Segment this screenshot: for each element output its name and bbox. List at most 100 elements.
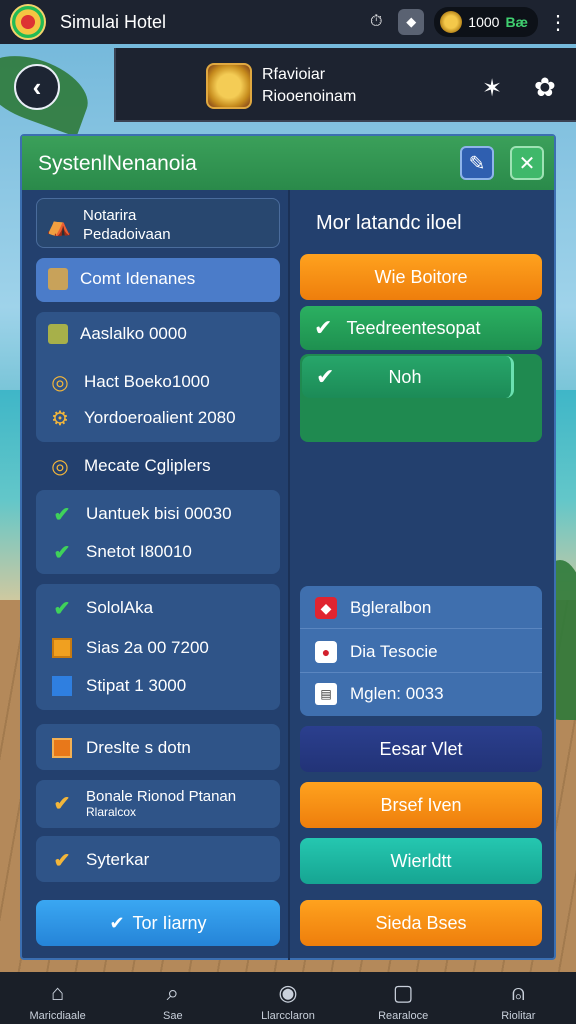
check-icon: ✔ bbox=[53, 597, 71, 620]
back-button[interactable]: ‹ bbox=[14, 64, 60, 110]
button-label: Wierldtt bbox=[390, 850, 452, 871]
person-icon: ⍝ bbox=[511, 980, 525, 1005]
check-icon: ✔ bbox=[53, 541, 71, 564]
teedreentesopat-button[interactable]: ✔ Teedreentesopat bbox=[300, 306, 542, 350]
right-heading: Mor latandc iloel bbox=[316, 212, 462, 234]
option-sublabel: Rlaralcox bbox=[86, 805, 137, 819]
gem-icon[interactable]: ◆ bbox=[398, 9, 425, 35]
document-icon: ▤ bbox=[314, 682, 338, 706]
edit-icon: ✎ bbox=[468, 152, 486, 175]
sub-header: Rfavioiar Riooenoinam ✶ ✿ bbox=[114, 48, 576, 122]
sieda-bses-button[interactable]: Sieda Bses bbox=[300, 900, 542, 946]
alarm-icon[interactable]: ⏱ bbox=[364, 10, 388, 34]
edit-button[interactable]: ✎ bbox=[460, 146, 494, 180]
red-dice-icon: ● bbox=[314, 640, 338, 664]
selected-option-area: ✔ Noh bbox=[300, 354, 542, 442]
sparkle-icon[interactable]: ✶ bbox=[482, 74, 502, 103]
home-icon: ⌂ bbox=[50, 980, 65, 1005]
option-label: Bonale Rionod Ptanan bbox=[86, 788, 237, 805]
app-logo bbox=[10, 4, 46, 40]
list-item-label: Dia Tesocie bbox=[350, 642, 438, 661]
selected-item-label: Comt Idenanes bbox=[80, 269, 196, 288]
square-orange-icon bbox=[50, 636, 74, 660]
coin-balance[interactable]: 1000 Bæ bbox=[434, 7, 538, 37]
panel-header: SystenlNenanoia ✎ ✕ bbox=[22, 136, 554, 190]
sub-header-line1: Rfavioiar bbox=[262, 66, 326, 83]
search-icon: ⌕ bbox=[166, 980, 179, 1005]
check-label: Sias 2a 00 7200 bbox=[86, 638, 209, 657]
nav-label: Rearaloce bbox=[378, 1010, 429, 1022]
settings-icon[interactable]: ✿ bbox=[534, 72, 556, 103]
nav-label: Riolitar bbox=[501, 1010, 536, 1022]
section-label: Mecate Cgliplers bbox=[84, 456, 211, 475]
list-divider bbox=[300, 628, 542, 629]
chevron-left-icon: ‹ bbox=[32, 71, 42, 102]
system-panel: SystenlNenanoia ✎ ✕ ⛺ Notarira Pedadoiva… bbox=[20, 134, 556, 960]
checks-card-b: ✔ SololAka Sias 2a 00 7200 Stipat 1 3000 bbox=[36, 584, 280, 710]
camera-icon: ◉ bbox=[278, 980, 298, 1005]
check-icon: ✔ bbox=[314, 315, 333, 340]
close-icon: ✕ bbox=[518, 152, 536, 175]
noh-button[interactable]: ✔ Noh bbox=[302, 356, 514, 398]
list-item[interactable]: ▤ Mglen: 0033 bbox=[314, 682, 444, 706]
wie-boitore-button[interactable]: Wie Boitore bbox=[300, 254, 542, 300]
wierldtt-button[interactable]: Wierldtt bbox=[300, 838, 542, 884]
check-icon: ✔ bbox=[53, 793, 71, 815]
more-menu-icon[interactable]: ⋮ bbox=[548, 10, 568, 35]
coin-icon: ◎ bbox=[51, 455, 69, 478]
hotel-icon: ⛺ bbox=[46, 214, 72, 237]
option-card-2[interactable]: ✔ Bonale Rionod Ptanan Rlaralcox bbox=[36, 780, 280, 828]
check-label: Uantuek bisi 00030 bbox=[86, 504, 232, 523]
column-divider bbox=[288, 190, 290, 960]
square-icon: ▢ bbox=[392, 980, 414, 1005]
coin-icon: ◎ bbox=[51, 371, 69, 394]
nav-label: Maricdiaale bbox=[29, 1010, 86, 1022]
check-label: Snetot I80010 bbox=[86, 542, 192, 561]
list-item[interactable]: ● Dia Tesocie bbox=[314, 640, 438, 664]
nav-item-camera[interactable]: ◉ Llarcclaron bbox=[238, 980, 338, 1022]
stat-label: Yordoeroalient 2080 bbox=[84, 408, 236, 427]
check-icon: ✔ bbox=[53, 503, 71, 526]
list-item-label: Bgleralbon bbox=[350, 598, 432, 617]
eesar-vlet-button[interactable]: Eesar Vlet bbox=[300, 726, 542, 772]
nav-item-square[interactable]: ▢ Rearaloce bbox=[353, 980, 453, 1022]
button-label: Brsef Iven bbox=[380, 794, 462, 815]
confirm-button[interactable]: ✔ Tor Iiarny bbox=[36, 900, 280, 946]
brsef-iven-button[interactable]: Brsef Iven bbox=[300, 782, 542, 828]
nav-label: Sae bbox=[162, 1010, 183, 1022]
check-icon: ✔ bbox=[53, 849, 71, 872]
checks-card-a: ✔ Uantuek bisi 00030 ✔ Snetot I80010 bbox=[36, 490, 280, 574]
confirm-label: Tor Iiarny bbox=[132, 912, 207, 933]
square-orange-icon bbox=[50, 736, 74, 760]
bottom-navigation: ⌂ Maricdiaale ⌕ Sae ◉ Llarcclaron ▢ Rear… bbox=[0, 972, 576, 1024]
list-item[interactable]: ◆ Bgleralbon bbox=[314, 596, 431, 620]
list-item-label: Mglen: 0033 bbox=[350, 684, 444, 703]
stat-label: Aaslalko 0000 bbox=[80, 324, 187, 343]
gear-icon: ⚙ bbox=[51, 407, 69, 430]
stat-label: Hact Boeko1000 bbox=[84, 372, 210, 391]
option-label: Dreslte s dotn bbox=[86, 738, 191, 757]
top-status-bar: Simulai Hotel ⏱ ◆ 1000 Bæ ⋮ bbox=[0, 0, 576, 44]
button-label: Noh bbox=[388, 366, 422, 387]
coin-icon bbox=[440, 11, 463, 33]
nav-item-search[interactable]: ⌕ Sae bbox=[123, 980, 223, 1022]
right-list-card: ◆ Bgleralbon ● Dia Tesocie ▤ Mglen: 0033 bbox=[300, 586, 542, 716]
option-card-1[interactable]: Dreslte s dotn bbox=[36, 724, 280, 770]
crate-icon bbox=[48, 268, 68, 290]
button-label: Eesar Vlet bbox=[379, 738, 463, 759]
button-label: Teedreentesopat bbox=[346, 317, 481, 338]
profile-card[interactable]: ⛺ Notarira Pedadoivaan bbox=[36, 198, 280, 248]
check-label: Stipat 1 3000 bbox=[86, 676, 187, 695]
panel-title: SystenlNenanoia bbox=[38, 152, 197, 175]
nav-item-home[interactable]: ⌂ Maricdiaale bbox=[8, 980, 108, 1022]
option-card-3[interactable]: ✔ Syterkar bbox=[36, 836, 280, 882]
button-label: Wie Boitore bbox=[374, 266, 468, 287]
box-icon bbox=[48, 324, 68, 344]
nav-item-profile[interactable]: ⍝ Riolitar bbox=[468, 980, 568, 1022]
square-blue-icon bbox=[50, 674, 74, 698]
selected-item-card[interactable]: Comt Idenanes bbox=[36, 258, 280, 302]
nav-label: Llarcclaron bbox=[261, 1010, 315, 1022]
close-button[interactable]: ✕ bbox=[510, 146, 544, 180]
stats-card: Aaslalko 0000 ◎ Hact Boeko1000 ⚙ Yordoer… bbox=[36, 312, 280, 442]
list-divider bbox=[300, 672, 542, 673]
